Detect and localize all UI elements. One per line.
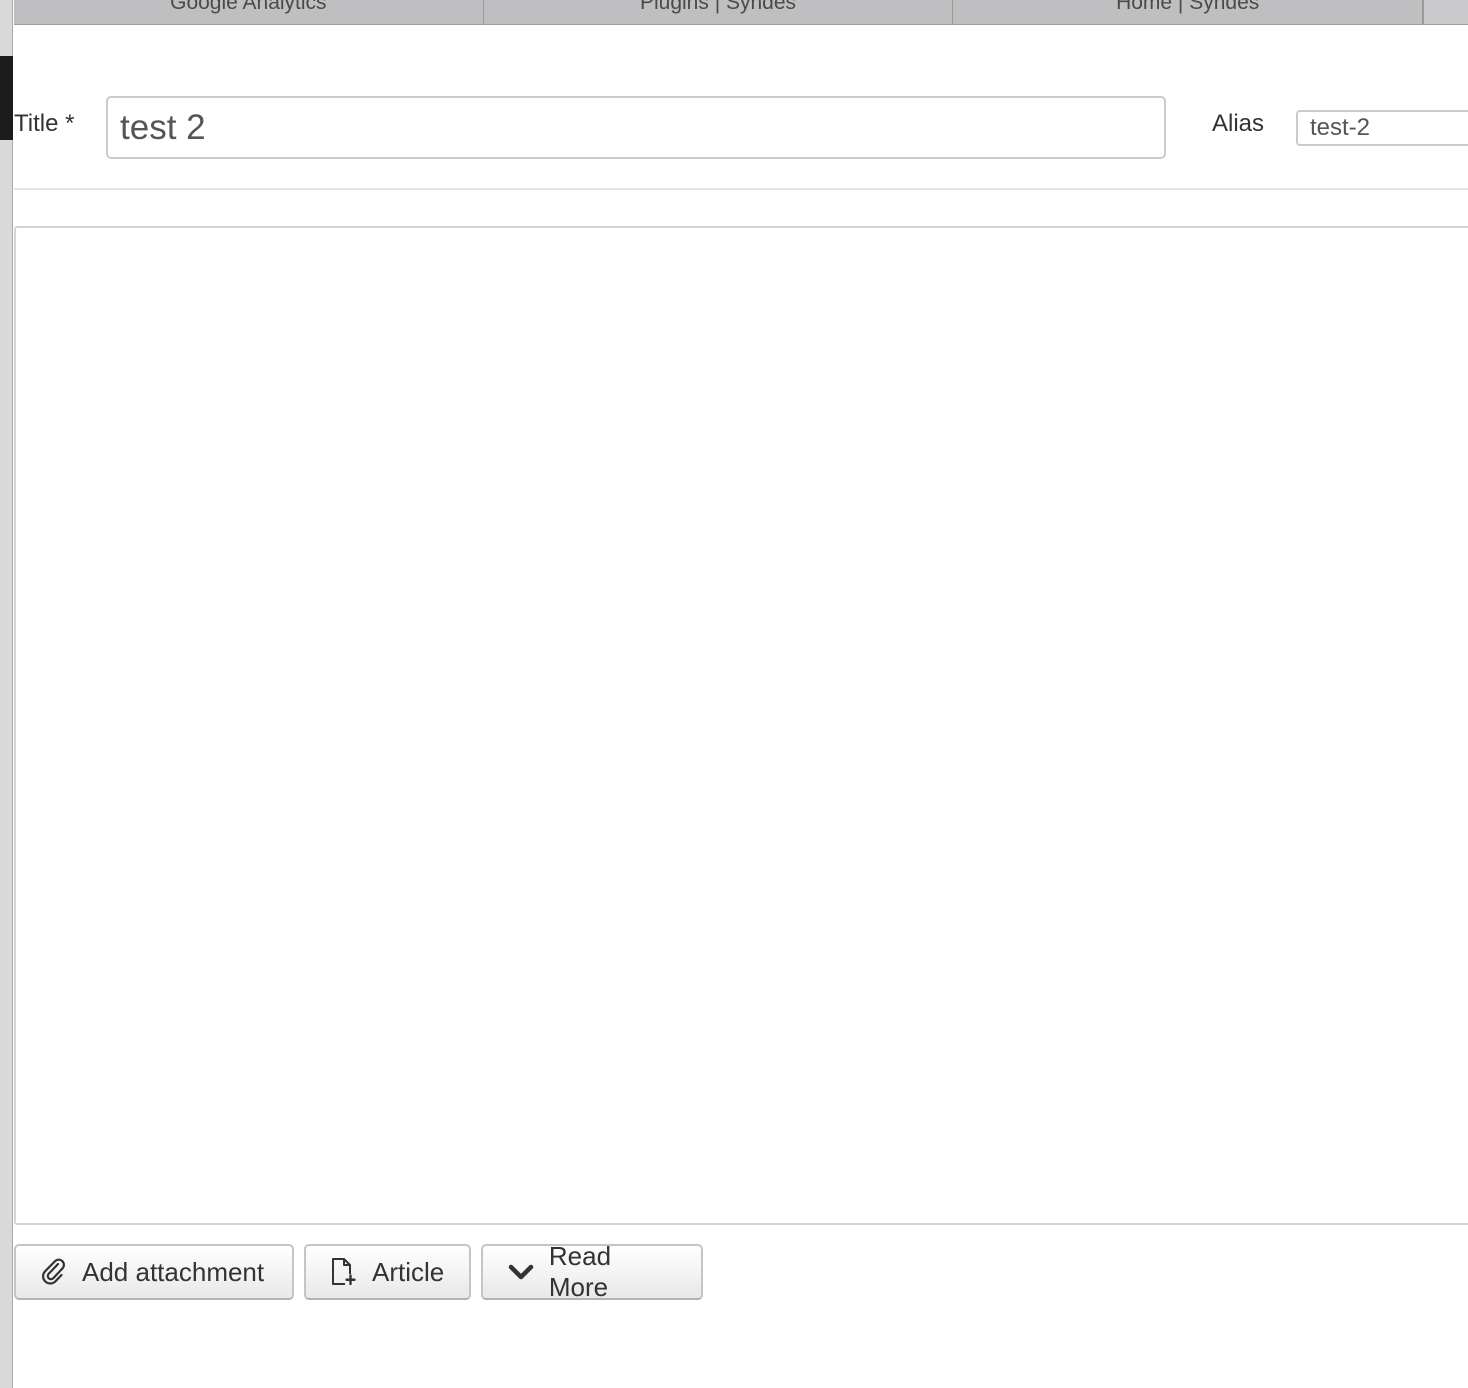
read-more-label: Read More bbox=[548, 1241, 612, 1302]
browser-tab-google-analytics[interactable]: Google Analytics bbox=[14, 0, 484, 24]
tab-label: Plugins | Syndes bbox=[639, 0, 797, 14]
article-label: Article bbox=[372, 1256, 445, 1287]
add-attachment-button[interactable]: Add attachment bbox=[14, 1244, 294, 1300]
alias-label: Alias bbox=[1212, 110, 1265, 137]
tab-label: Home | Syndes bbox=[1116, 0, 1260, 14]
add-attachment-label: Add attachment bbox=[82, 1256, 265, 1287]
title-label: Title * bbox=[14, 110, 75, 137]
chevron-down-icon bbox=[507, 1257, 535, 1287]
browser-tab-plugins[interactable]: Plugins | Syndes bbox=[484, 0, 954, 24]
article-button[interactable]: Article bbox=[304, 1244, 471, 1300]
section-divider bbox=[14, 188, 1468, 190]
tab-label: Google Analytics bbox=[170, 0, 327, 14]
page: Google Analytics Plugins | Syndes Home |… bbox=[0, 0, 1468, 1388]
window-edge-marker bbox=[0, 56, 13, 140]
alias-input[interactable] bbox=[1296, 110, 1468, 146]
browser-tab-home[interactable]: Home | Syndes bbox=[953, 0, 1424, 24]
paperclip-icon bbox=[40, 1257, 68, 1287]
browser-tab-bar: Google Analytics Plugins | Syndes Home |… bbox=[14, 0, 1468, 25]
new-tab-button[interactable] bbox=[1423, 0, 1468, 24]
read-more-button[interactable]: Read More bbox=[481, 1241, 703, 1302]
window-edge bbox=[0, 0, 13, 1388]
article-text-editor[interactable] bbox=[14, 226, 1468, 1225]
file-add-icon bbox=[330, 1257, 358, 1287]
title-input[interactable] bbox=[106, 96, 1166, 159]
